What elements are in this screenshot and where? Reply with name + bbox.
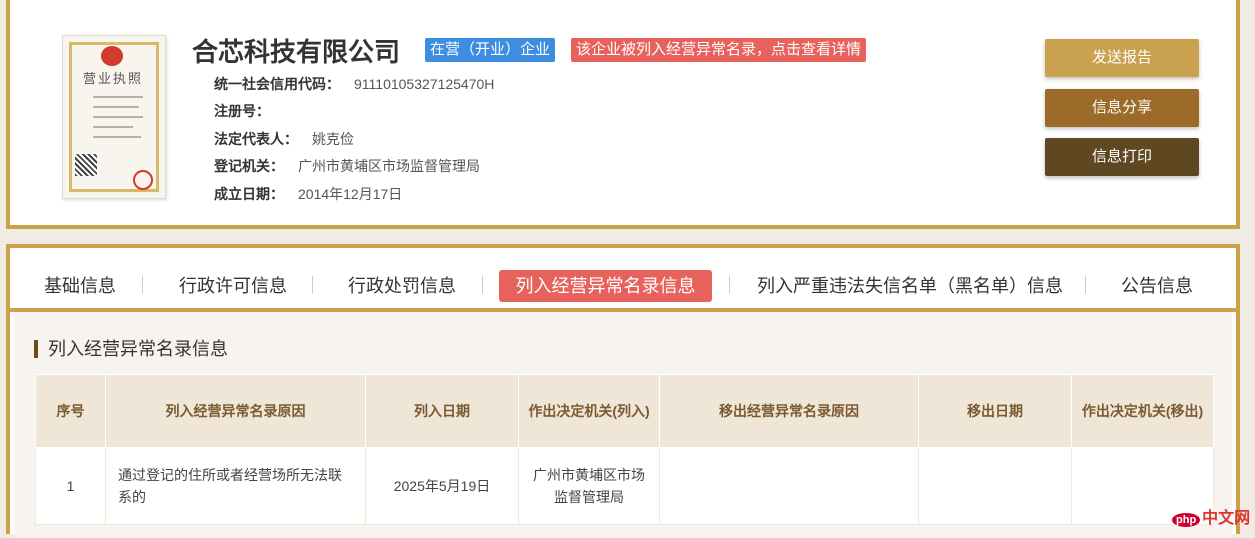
section-title: 列入经营异常名录信息 [34, 340, 228, 358]
cell-date-out [918, 447, 1072, 525]
cell-reason-in: 通过登记的住所或者经营场所无法联系的 [105, 447, 366, 525]
table-header-row: 序号 列入经营异常名录原因 列入日期 作出决定机关(列入) 移出经营异常名录原因… [35, 374, 1214, 448]
tab-admin-license[interactable]: 行政许可信息 [179, 270, 287, 302]
company-name: 合芯科技有限公司 [192, 37, 401, 67]
status-badge: 在营（开业）企业 [425, 38, 556, 62]
abnormal-warning-badge[interactable]: 该企业被列入经营异常名录，点击查看详情 [571, 38, 867, 62]
establishment-date-row: 成立日期： 2014年12月17日 [214, 184, 402, 204]
credit-code-row: 统一社会信用代码： 91110105327125470H [214, 74, 494, 94]
tab-abnormal-list[interactable]: 列入经营异常名录信息 [499, 270, 712, 302]
php-logo-icon: php [1172, 513, 1201, 527]
tab-divider [1085, 276, 1086, 294]
license-text-line [93, 106, 139, 108]
column-header-index: 序号 [35, 374, 106, 448]
cell-reason-out [659, 447, 919, 525]
establishment-date-value: 2014年12月17日 [298, 186, 403, 202]
license-text-line [93, 116, 143, 118]
tab-admin-penalty[interactable]: 行政处罚信息 [348, 270, 456, 302]
business-license-image[interactable]: 营业执照 [62, 35, 166, 199]
cell-date-in: 2025年5月19日 [365, 447, 519, 525]
tab-divider [312, 276, 313, 294]
site-watermark: php 中文网 [1172, 504, 1250, 528]
license-text-line [93, 96, 143, 98]
license-text-line [93, 126, 133, 128]
legal-representative-row: 法定代表人： 姚克俭 [214, 129, 354, 149]
column-header-date-out: 移出日期 [918, 374, 1072, 448]
tab-blacklist[interactable]: 列入严重违法失信名单（黑名单）信息 [757, 270, 1063, 302]
registration-authority-row: 登记机关： 广州市黄埔区市场监督管理局 [214, 156, 480, 176]
details-card: 基础信息 行政许可信息 行政处罚信息 列入经营异常名录信息 列入严重违法失信名单… [6, 244, 1240, 538]
tab-basic-info[interactable]: 基础信息 [44, 270, 116, 302]
send-report-button[interactable]: 发送报告 [1045, 39, 1199, 77]
legal-representative-label: 法定代表人： [214, 131, 298, 147]
tab-bar: 基础信息 行政许可信息 行政处罚信息 列入经营异常名录信息 列入严重违法失信名单… [10, 248, 1236, 312]
table-row: 1 通过登记的住所或者经营场所无法联系的 2025年5月19日 广州市黄埔区市场… [35, 447, 1214, 525]
cell-authority-in: 广州市黄埔区市场监督管理局 [518, 447, 660, 525]
qr-code-icon [75, 154, 97, 176]
column-header-date-in: 列入日期 [365, 374, 519, 448]
registration-number-label: 注册号： [214, 103, 270, 119]
tab-divider [482, 276, 483, 294]
cell-index: 1 [35, 447, 106, 525]
credit-code-value: 91110105327125470H [354, 76, 495, 92]
national-emblem-icon [101, 46, 123, 66]
license-text-line [93, 136, 141, 138]
abnormal-list-panel: 列入经营异常名录信息 序号 列入经营异常名录原因 列入日期 作出决定机关(列入)… [14, 312, 1232, 538]
credit-code-label: 统一社会信用代码： [214, 76, 340, 92]
company-header-card: 营业执照 合芯科技有限公司 在营（开业）企业 该企业被列入经营异常名录，点击查看… [6, 0, 1240, 229]
watermark-text: 中文网 [1202, 510, 1251, 527]
tab-announcements[interactable]: 公告信息 [1121, 270, 1193, 302]
registration-number-row: 注册号： [214, 101, 284, 121]
abnormal-list-table: 序号 列入经营异常名录原因 列入日期 作出决定机关(列入) 移出经营异常名录原因… [35, 374, 1214, 525]
share-info-button[interactable]: 信息分享 [1045, 89, 1199, 127]
column-header-authority-in: 作出决定机关(列入) [518, 374, 660, 448]
tab-divider [142, 276, 143, 294]
establishment-date-label: 成立日期： [214, 186, 284, 202]
official-seal-icon [133, 170, 153, 190]
column-header-reason-out: 移出经营异常名录原因 [659, 374, 919, 448]
print-info-button[interactable]: 信息打印 [1045, 138, 1199, 176]
registration-authority-value: 广州市黄埔区市场监督管理局 [298, 158, 480, 174]
column-header-authority-out: 作出决定机关(移出) [1071, 374, 1214, 448]
registration-authority-label: 登记机关： [214, 158, 284, 174]
column-header-reason-in: 列入经营异常名录原因 [105, 374, 366, 448]
tab-divider [729, 276, 730, 294]
legal-representative-value: 姚克俭 [312, 131, 354, 147]
license-title: 营业执照 [82, 72, 143, 87]
